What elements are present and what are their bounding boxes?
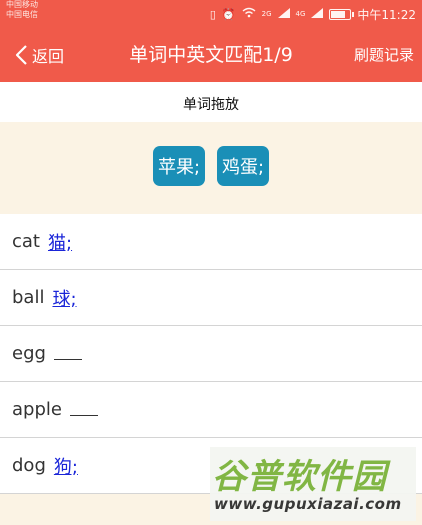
signal-tag-2g: 2G — [261, 10, 272, 18]
match-row-ball: ball 球; — [0, 270, 422, 326]
section-title: 单词拖放 — [183, 97, 239, 113]
watermark-logo: 谷普软件园 www.gupuxiazai.com — [210, 447, 416, 521]
matched-answer[interactable]: 猫; — [48, 229, 72, 255]
drop-target-blank[interactable] — [53, 347, 82, 360]
chip-list: 苹果; 鸡蛋; — [0, 146, 422, 186]
battery-icon — [329, 8, 355, 20]
carrier-line-2: 中国电信 — [6, 10, 38, 19]
carrier-info: 中国移动 中国电信 — [6, 0, 38, 20]
english-word: cat — [12, 231, 40, 252]
english-word: ball — [12, 287, 45, 308]
back-button[interactable]: 返回 — [14, 28, 64, 82]
status-icons: ▯ ⏰ 2G 4G 中午11:22 — [210, 0, 416, 28]
matched-answer[interactable]: 球; — [52, 285, 76, 311]
notification-icon: ▯ — [209, 7, 216, 21]
english-word: apple — [12, 399, 62, 420]
watermark-url: www.gupuxiazai.com — [214, 495, 402, 513]
drop-target-blank[interactable] — [69, 403, 98, 416]
match-row-cat: cat 猫; — [0, 214, 422, 270]
wifi-icon — [242, 7, 256, 21]
match-row-apple: apple — [0, 382, 422, 438]
word-pool: 苹果; 鸡蛋; — [0, 122, 422, 214]
match-row-egg: egg — [0, 326, 422, 382]
status-time: 中午11:22 — [357, 7, 416, 22]
alarm-icon: ⏰ — [221, 7, 236, 21]
watermark-title: 谷普软件园 — [212, 457, 387, 497]
english-word: egg — [12, 343, 46, 364]
carrier-line-1: 中国移动 — [6, 0, 38, 9]
back-label: 返回 — [32, 47, 65, 66]
signal-icon-2 — [311, 7, 324, 21]
status-bar: 中国移动 中国电信 ▯ ⏰ 2G 4G 中午11:22 — [0, 0, 422, 28]
signal-icon — [277, 7, 290, 21]
nav-bar: 返回 单词中英文匹配1/9 刷题记录 — [0, 28, 422, 82]
history-button[interactable]: 刷题记录 — [354, 28, 414, 82]
word-chip-egg[interactable]: 鸡蛋; — [217, 146, 269, 186]
english-word: dog — [12, 455, 46, 476]
word-chip-apple[interactable]: 苹果; — [153, 146, 205, 186]
matched-answer[interactable]: 狗; — [54, 453, 78, 479]
signal-tag-4g: 4G — [295, 10, 306, 18]
back-chevron-icon — [14, 44, 28, 66]
